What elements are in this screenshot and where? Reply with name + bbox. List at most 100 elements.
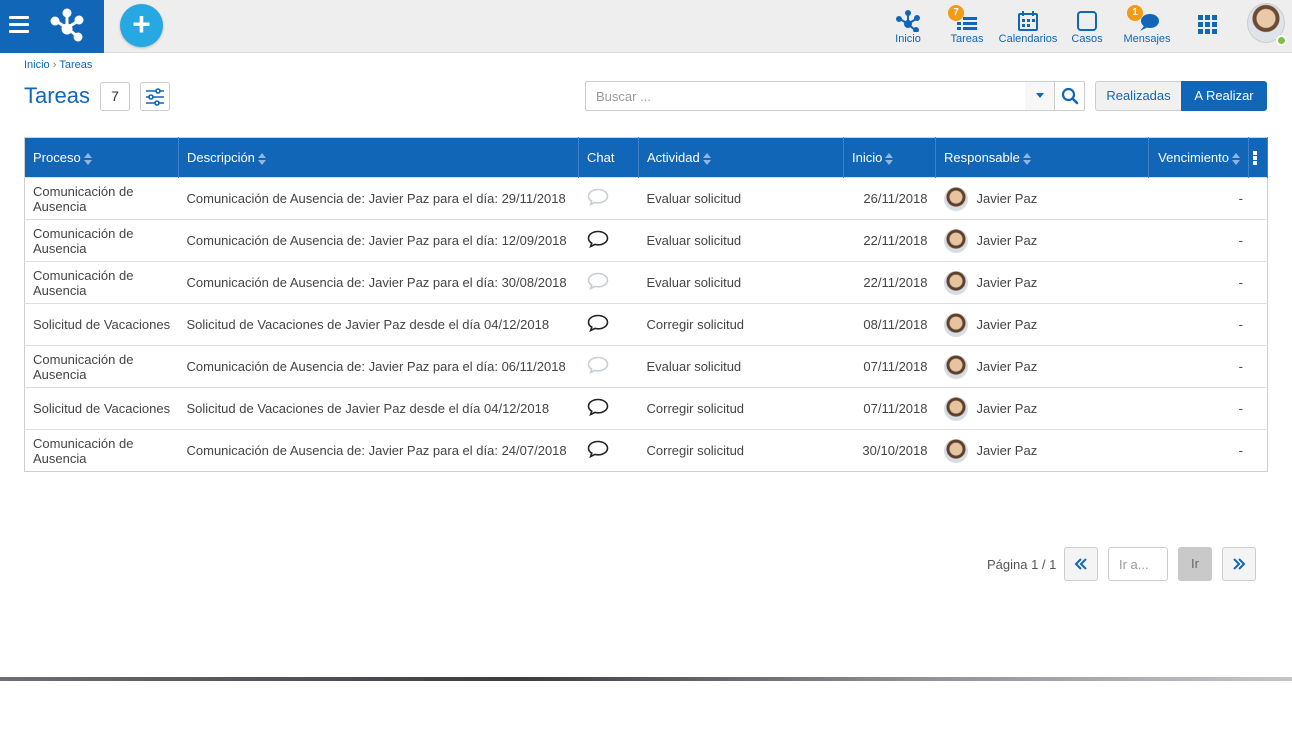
nav-tareas[interactable]: 7 Tareas [947,5,987,48]
cell-vencimiento: - [1148,429,1268,472]
chat-bubble-icon [587,314,608,333]
table-row[interactable]: Comunicación de Ausencia Comunicación de … [24,219,1268,262]
calendar-icon [997,6,1059,32]
cell-responsable: Javier Paz [935,177,1149,220]
cell-actividad: Evaluar solicitud [638,345,844,388]
cell-chat[interactable] [578,387,639,430]
responsable-avatar [943,270,968,295]
page-title: Tareas [24,83,91,108]
goto-page-button[interactable]: Ir [1178,547,1212,581]
nav-inicio[interactable]: Inicio [890,6,926,48]
cell-inicio: 26/11/2018 [843,177,936,220]
nav-casos[interactable]: Casos [1069,6,1105,48]
double-chevron-left-icon [1074,558,1087,570]
cell-chat[interactable] [578,345,639,388]
cell-chat[interactable] [578,219,639,262]
responsable-name: Javier Paz [976,275,1038,290]
goto-page-input[interactable] [1108,547,1168,581]
app-logo-icon[interactable] [50,8,84,42]
nav-calendarios-label: Calendarios [998,33,1058,45]
chat-bubble-icon [587,440,608,459]
cell-actividad: Evaluar solicitud [638,219,844,262]
chat-bubble-icon [587,188,608,207]
table-row[interactable]: Comunicación de Ausencia Comunicación de … [24,261,1268,304]
cell-actividad: Corregir solicitud [638,303,844,346]
column-header-responsable[interactable]: Responsable [935,137,1149,178]
responsable-name: Javier Paz [976,443,1038,458]
responsable-name: Javier Paz [976,401,1038,416]
sliders-icon [146,87,164,106]
column-header-descripcion[interactable]: Descripción [178,137,579,178]
column-label: Vencimiento [1158,150,1229,165]
cell-chat[interactable] [578,303,639,346]
cell-chat[interactable] [578,177,639,220]
cell-proceso: Comunicación de Ausencia [24,261,179,304]
nav-casos-label: Casos [1071,33,1103,45]
cell-descripcion: Solicitud de Vacaciones de Javier Paz de… [178,387,579,430]
cell-actividad: Corregir solicitud [638,429,844,472]
cell-proceso: Solicitud de Vacaciones [24,387,179,430]
cell-responsable: Javier Paz [935,429,1149,472]
cell-descripcion: Comunicación de Ausencia de: Javier Paz … [178,177,579,220]
pending-tasks-toggle[interactable]: A Realizar [1181,81,1267,111]
cell-proceso: Solicitud de Vacaciones [24,303,179,346]
sort-icon [257,152,266,165]
column-header-actividad[interactable]: Actividad [638,137,844,178]
cell-inicio: 07/11/2018 [843,345,936,388]
chat-bubble-icon [587,398,608,417]
filter-settings-button[interactable] [140,82,170,111]
cell-chat[interactable] [578,261,639,304]
cell-responsable: Javier Paz [935,219,1149,262]
task-count-badge: 7 [100,82,130,111]
cell-chat[interactable] [578,429,639,472]
add-new-button[interactable]: + [120,4,163,47]
search-input[interactable] [585,81,1026,111]
search-options-dropdown[interactable] [1025,81,1055,111]
column-header-inicio[interactable]: Inicio [843,137,936,178]
nav-inicio-label: Inicio [895,33,921,45]
column-options-menu[interactable] [1248,137,1268,178]
table-row[interactable]: Comunicación de Ausencia Comunicación de … [24,429,1268,472]
table-row[interactable]: Comunicación de Ausencia Comunicación de … [24,177,1268,220]
chat-bubble-icon [587,356,608,375]
breadcrumb: Inicio › Tareas [24,59,92,71]
breadcrumb-home-link[interactable]: Inicio [24,59,50,71]
bottom-divider [0,677,1292,681]
cell-vencimiento: - [1148,345,1268,388]
last-page-button[interactable] [1222,547,1256,581]
breadcrumb-current[interactable]: Tareas [59,59,92,71]
chat-bubble-icon [587,272,608,291]
process-icon [890,6,926,32]
apps-grid-icon[interactable] [1198,15,1218,35]
nav-calendarios[interactable]: Calendarios [997,6,1059,48]
responsable-avatar [943,228,968,253]
hamburger-menu-icon[interactable] [9,16,29,34]
top-bar: + Inicio 7 Tareas Calendarios Casos 1 Me… [0,0,1292,53]
column-label: Proceso [33,150,81,165]
sort-icon [1232,152,1240,165]
responsable-name: Javier Paz [976,233,1038,248]
responsable-name: Javier Paz [976,317,1038,332]
brand-area [0,0,104,53]
cell-proceso: Comunicación de Ausencia [24,177,179,220]
column-header-vencimiento[interactable]: Vencimiento [1148,137,1249,178]
cell-proceso: Comunicación de Ausencia [24,345,179,388]
sort-icon [885,152,894,165]
column-header-proceso[interactable]: Proceso [24,137,179,178]
column-label: Chat [587,150,615,165]
cell-descripcion: Comunicación de Ausencia de: Javier Paz … [178,345,579,388]
cell-inicio: 08/11/2018 [843,303,936,346]
cell-actividad: Evaluar solicitud [638,261,844,304]
cell-descripcion: Comunicación de Ausencia de: Javier Paz … [178,219,579,262]
table-row[interactable]: Solicitud de Vacaciones Solicitud de Vaca… [24,387,1268,430]
cell-inicio: 22/11/2018 [843,219,936,262]
completed-tasks-toggle[interactable]: Realizadas [1095,81,1182,111]
search-button[interactable] [1054,81,1085,111]
nav-mensajes-label: Mensajes [1123,33,1171,45]
online-status-icon [1276,35,1287,46]
nav-mensajes[interactable]: 1 Mensajes [1121,5,1173,48]
table-row[interactable]: Comunicación de Ausencia Comunicación de … [24,345,1268,388]
tasks-table: Proceso Descripción Chat Actividad Inici… [24,137,1268,472]
first-page-button[interactable] [1064,547,1098,581]
table-row[interactable]: Solicitud de Vacaciones Solicitud de Vaca… [24,303,1268,346]
